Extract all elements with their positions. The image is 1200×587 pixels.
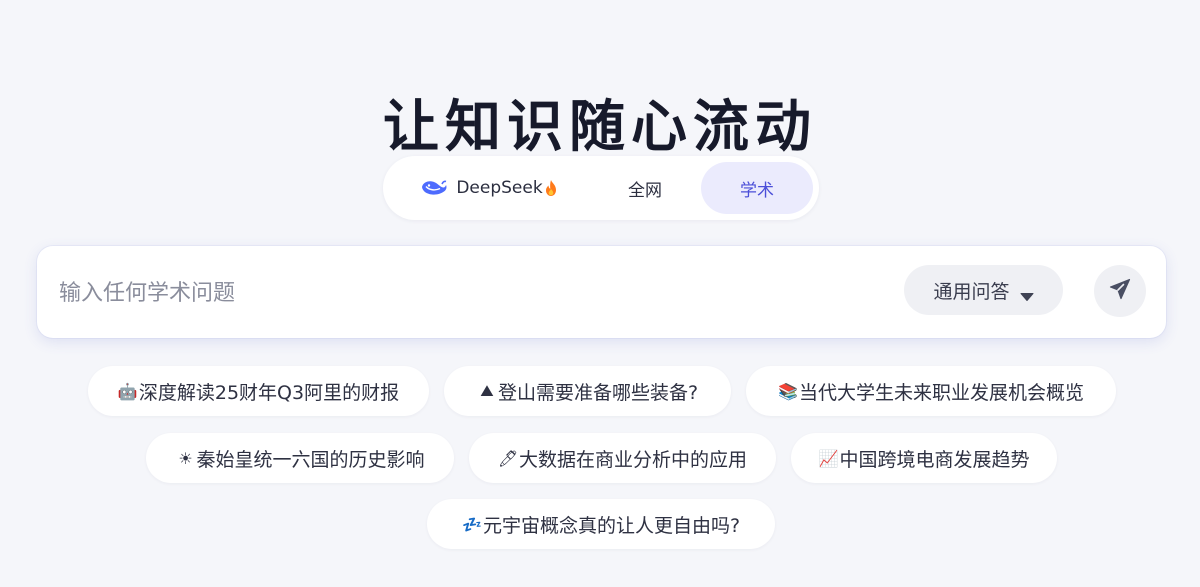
- suggestion-chip[interactable]: 🤖 深度解读25财年Q3阿里的财报: [88, 366, 429, 416]
- suggestion-text: 元宇宙概念真的让人更自由吗?: [482, 514, 741, 537]
- tab-deepseek[interactable]: DeepSeek: [389, 162, 589, 214]
- suggestion-text: 大数据在商业分析中的应用: [518, 448, 747, 471]
- suggestion-text: 登山需要准备哪些装备?: [497, 381, 699, 404]
- whale-icon: [420, 178, 448, 198]
- suggestion-text: 当代大学生未来职业发展机会概览: [798, 381, 1084, 404]
- suggestion-chip[interactable]: ⛰ 登山需要准备哪些装备?: [444, 366, 731, 416]
- tab-web[interactable]: 全网: [589, 162, 701, 214]
- suggestion-chip[interactable]: 💤 元宇宙概念真的让人更自由吗?: [427, 499, 775, 549]
- suggestion-chip[interactable]: 📚 当代大学生未来职业发展机会概览: [746, 366, 1116, 416]
- sun-icon: ☀: [178, 448, 193, 468]
- search-box: 通用问答: [37, 246, 1166, 338]
- tab-web-label: 全网: [628, 180, 662, 201]
- tab-academic-label: 学术: [740, 180, 774, 201]
- suggestion-chip[interactable]: 📈 中国跨境电商发展趋势: [791, 433, 1057, 483]
- search-scope-tabs: DeepSeek 全网 学术: [383, 156, 819, 220]
- suggestion-chip[interactable]: 🖊 大数据在商业分析中的应用: [469, 433, 776, 483]
- zzz-icon: 💤: [461, 514, 482, 534]
- tab-academic[interactable]: 学术: [701, 162, 813, 214]
- pencil-icon: 🖊: [497, 448, 519, 468]
- chart-up-icon: 📈: [818, 448, 839, 468]
- suggestion-chip[interactable]: ☀ 秦始皇统一六国的历史影响: [146, 433, 454, 483]
- robot-icon: 🤖: [117, 381, 138, 401]
- search-input[interactable]: [57, 268, 881, 318]
- caret-down-icon: [1020, 285, 1034, 301]
- tab-deepseek-label: DeepSeek: [456, 178, 543, 198]
- page-title: 让知识随心流动: [383, 94, 817, 160]
- suggestion-text: 深度解读25财年Q3阿里的财报: [138, 381, 400, 404]
- paper-plane-icon: [1108, 277, 1132, 305]
- mode-dropdown-label: 通用问答: [933, 280, 1010, 303]
- mountain-icon: ⛰: [480, 381, 494, 400]
- books-icon: 📚: [778, 381, 798, 401]
- suggestion-text: 中国跨境电商发展趋势: [839, 448, 1030, 471]
- mode-dropdown[interactable]: 通用问答: [904, 265, 1063, 315]
- fire-icon: [544, 179, 558, 197]
- suggestion-text: 秦始皇统一六国的历史影响: [196, 448, 425, 471]
- send-button[interactable]: [1094, 265, 1146, 317]
